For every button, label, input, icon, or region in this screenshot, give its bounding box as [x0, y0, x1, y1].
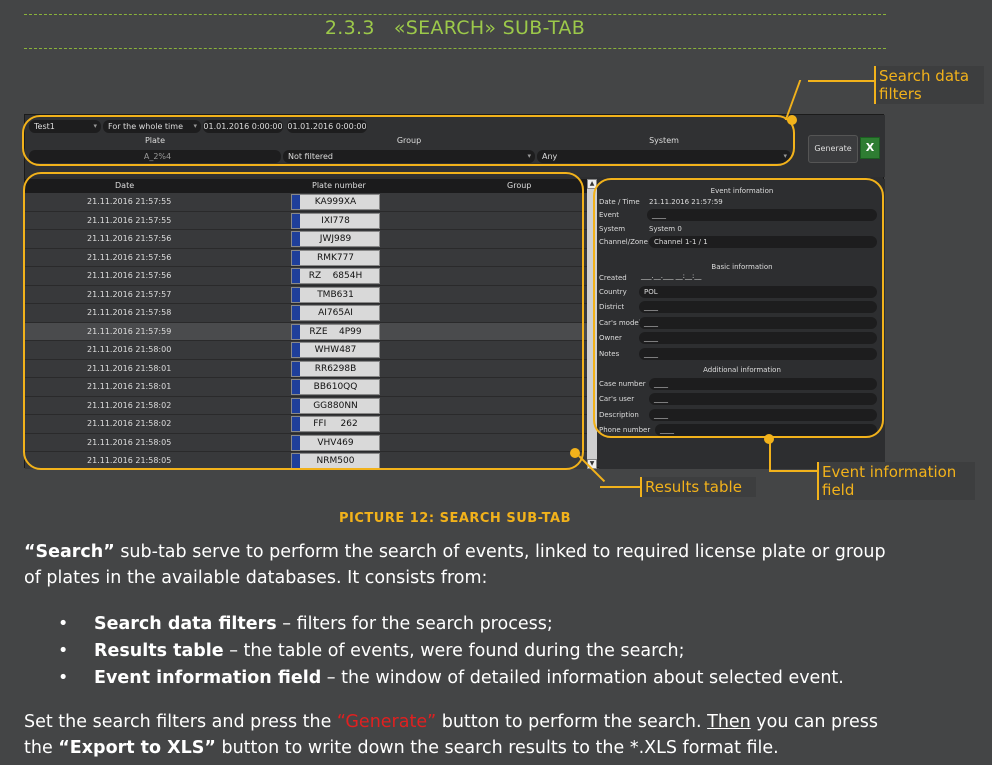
intro-paragraph: “Search” sub-tab serve to perform the se…: [24, 539, 904, 591]
filters-callout-text: Search data filters: [879, 67, 970, 103]
event-callout-text: Event information field: [822, 463, 957, 499]
closing-text-1: Set the search filters and press the: [24, 712, 337, 732]
results-callout-line-h: [600, 486, 640, 488]
event-callout-line-h: [769, 470, 817, 472]
bullet-desc: – filters for the search process;: [276, 614, 553, 634]
bullet-desc: – the table of events, were found during…: [223, 641, 685, 661]
intro-bold: “Search”: [24, 542, 115, 562]
section-title: 2.3.3 «SEARCH» SUB-TAB: [0, 17, 910, 39]
closing-generate: “Generate”: [336, 712, 437, 732]
results-highlight: [23, 172, 584, 470]
results-callout-text: Results table: [645, 478, 742, 496]
closing-export: “Export to XLS”: [58, 738, 216, 758]
section-heading: «SEARCH» SUB-TAB: [393, 17, 586, 39]
filters-highlight: [22, 115, 795, 166]
bullet-desc: – the window of detailed information abo…: [321, 668, 844, 688]
component-list: Search data filters – filters for the se…: [58, 611, 938, 692]
figure-caption: PICTURE 12: SEARCH SUB-TAB: [339, 511, 571, 526]
intro-text: sub-tab serve to perform the search of e…: [24, 542, 886, 588]
export-xls-icon[interactable]: X: [860, 137, 880, 159]
bullet-term: Search data filters: [94, 614, 277, 634]
closing-text-2: button to perform the search.: [436, 712, 708, 732]
event-callout-line: [769, 442, 771, 470]
filters-callout-dot: [787, 115, 797, 125]
closing-paragraph: Set the search filters and press the “Ge…: [24, 709, 904, 761]
results-callout-label: Results table: [640, 477, 756, 497]
list-item: Event information field – the window of …: [58, 665, 938, 692]
bullet-term: Results table: [94, 641, 224, 661]
generate-button[interactable]: Generate: [808, 135, 858, 163]
closing-then: Then: [707, 712, 751, 732]
bullet-term: Event information field: [94, 668, 322, 688]
list-item: Results table – the table of events, wer…: [58, 638, 938, 665]
event-callout-label: Event information field: [817, 462, 975, 500]
header-rule-top: [24, 14, 886, 15]
event-info-highlight: [593, 178, 884, 438]
list-item: Search data filters – filters for the se…: [58, 611, 938, 638]
filters-callout-line-top: [808, 80, 874, 82]
closing-text-4: button to write down the search results …: [215, 738, 779, 758]
header-rule-bottom: [24, 48, 886, 49]
section-number: 2.3.3: [324, 17, 375, 39]
filters-callout-label: Search data filters: [874, 66, 984, 104]
